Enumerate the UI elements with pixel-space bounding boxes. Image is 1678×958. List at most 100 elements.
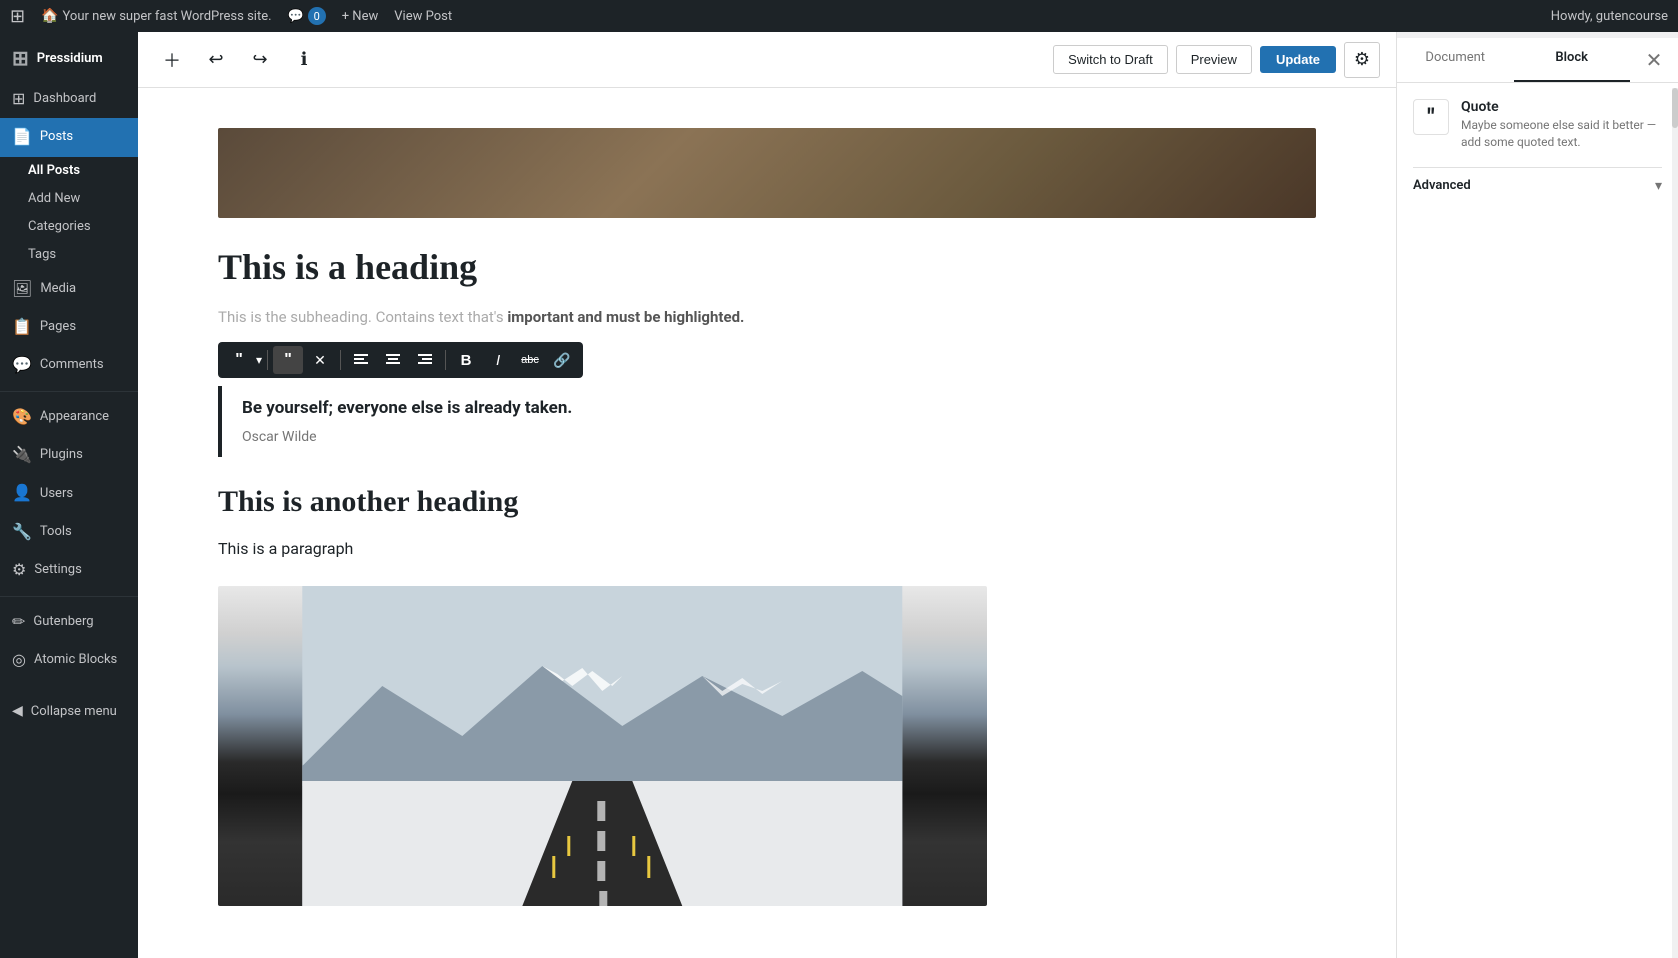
sidebar-subitem-label: Tags [28,246,56,264]
collapse-menu-button[interactable]: ◀ Collapse menu [0,695,138,727]
road-image [218,586,987,906]
adminbar-comments[interactable]: 💬 0 [288,7,326,25]
sidebar-item-tools[interactable]: 🔧 Tools [0,513,138,551]
editor-area: ＋ ↩ ↪ ℹ Switch to Draft Preview Update ⚙… [138,32,1396,958]
editor-content[interactable]: This is a heading This is the subheading… [138,88,1396,958]
strikethrough-button[interactable]: abc [515,346,545,374]
quote-type-icon: " [235,351,243,369]
sidebar-item-label: Plugins [40,446,83,464]
sidebar-item-media[interactable]: 🖼 Media [0,270,138,308]
sidebar-item-comments[interactable]: 💬 Comments [0,346,138,384]
sidebar-item-label: Appearance [40,408,109,426]
appearance-icon: 🎨 [12,406,32,428]
pages-icon: 📋 [12,316,32,338]
quote-text[interactable]: Be yourself; everyone else is already ta… [242,398,1296,418]
sidebar-item-label: Dashboard [33,90,96,108]
post-heading-1[interactable]: This is a heading [218,246,1316,288]
toolbar-right: Switch to Draft Preview Update ⚙ [1053,42,1380,78]
block-info-text: Quote Maybe someone else said it better … [1461,99,1662,151]
redo-button[interactable]: ↪ [242,42,278,78]
posts-submenu: All Posts Add New Categories Tags [0,157,138,270]
switch-to-draft-button[interactable]: Switch to Draft [1053,45,1168,74]
sidebar-item-tags[interactable]: Tags [28,241,138,269]
link-button[interactable]: 🔗 [547,346,577,374]
sidebar-item-posts[interactable]: 📄 Posts [0,118,138,156]
sidebar-item-label: Gutenberg [33,613,93,631]
comments-count: 0 [308,7,326,25]
sidebar-item-all-posts[interactable]: All Posts [28,157,138,185]
sidebar-brand[interactable]: ⊞ Pressidium [0,32,138,80]
subheading-text: This is the subheading. Contains text th… [218,308,504,326]
tab-document[interactable]: Document [1397,38,1514,82]
align-center-button[interactable] [378,346,408,374]
media-icon: 🖼 [12,278,32,300]
block-type-dropdown[interactable]: ▾ [256,353,262,367]
undo-button[interactable]: ↩ [198,42,234,78]
scrollbar-track [1672,88,1678,958]
block-description: Maybe someone else said it better — add … [1461,117,1662,151]
align-right-button[interactable] [410,346,440,374]
wp-logo-icon[interactable]: ⊞ [10,6,25,27]
subheading-highlight: important and must be highlighted. [507,308,744,326]
sidebar-subitem-label: Categories [28,218,91,236]
admin-bar: ⊞ 🏠 Your new super fast WordPress site. … [0,0,1678,32]
plugins-icon: 🔌 [12,444,32,466]
collapse-label: Collapse menu [31,704,117,719]
sidebar-separator-2 [0,596,138,597]
block-type-button[interactable]: " [224,346,254,374]
sidebar-item-label: Tools [40,523,72,541]
sidebar-item-add-new[interactable]: Add New [28,185,138,213]
quote-style-button[interactable]: " [273,346,303,374]
update-button[interactable]: Update [1260,46,1336,73]
sidebar-item-label: Posts [40,128,73,146]
adminbar-howdy: Howdy, gutencourse [1551,9,1668,24]
sidebar-item-categories[interactable]: Categories [28,213,138,241]
home-icon: 🏠 [41,8,58,24]
sidebar-item-label: Atomic Blocks [34,651,117,669]
main-layout: ⊞ Pressidium ⊞ Dashboard 📄 Posts All Pos… [0,32,1678,958]
sidebar-item-dashboard[interactable]: ⊞ Dashboard [0,80,138,118]
quote-cite[interactable]: Oscar Wilde [242,429,317,445]
tab-block[interactable]: Block [1514,38,1631,82]
panel-close-button[interactable]: ✕ [1636,42,1672,78]
adminbar-new[interactable]: + New [342,9,379,24]
scrollbar-thumb[interactable] [1672,88,1678,128]
advanced-label: Advanced [1413,178,1471,193]
panel-content: " Quote Maybe someone else said it bette… [1397,83,1678,958]
sidebar-item-label: Settings [34,561,81,579]
quote-block[interactable]: Be yourself; everyone else is already ta… [218,386,1316,457]
advanced-section-header[interactable]: Advanced ▾ [1413,167,1662,204]
tools-icon: 🔧 [12,521,32,543]
block-info-button[interactable]: ℹ [286,42,322,78]
sidebar-item-settings[interactable]: ⚙ Settings [0,551,138,589]
align-left-button[interactable] [346,346,376,374]
sidebar-item-atomic-blocks[interactable]: ◎ Atomic Blocks [0,641,138,679]
post-paragraph[interactable]: This is a paragraph [218,535,1316,562]
toolbar-divider-1 [267,350,268,370]
adminbar-site-name[interactable]: 🏠 Your new super fast WordPress site. [41,8,271,24]
block-type-icon: " [1413,99,1449,135]
post-heading-2[interactable]: This is another heading [218,485,1316,519]
atomic-blocks-icon: ◎ [12,649,26,671]
collapse-icon: ◀ [12,703,23,719]
dashboard-icon: ⊞ [12,88,25,110]
preview-button[interactable]: Preview [1176,45,1252,74]
italic-button[interactable]: I [483,346,513,374]
panel-tabs: Document Block ✕ [1397,38,1678,83]
sidebar-item-appearance[interactable]: 🎨 Appearance [0,398,138,436]
adminbar-view-post[interactable]: View Post [394,9,452,24]
sidebar-item-pages[interactable]: 📋 Pages [0,308,138,346]
quote-remove-button[interactable]: ✕ [305,346,335,374]
right-panel: Document Block ✕ " Quote Maybe someone e… [1396,32,1678,958]
quote-block-icon: " [1428,105,1435,130]
panel-block-info: " Quote Maybe someone else said it bette… [1413,99,1662,151]
sidebar-separator [0,391,138,392]
comments-bubble-icon: 💬 [288,9,304,24]
sidebar-item-plugins[interactable]: 🔌 Plugins [0,436,138,474]
add-block-button[interactable]: ＋ [154,42,190,78]
sidebar-item-users[interactable]: 👤 Users [0,474,138,512]
settings-button[interactable]: ⚙ [1344,42,1380,78]
brand-name: Pressidium [37,51,103,66]
bold-button[interactable]: B [451,346,481,374]
sidebar-item-gutenberg[interactable]: ✏ Gutenberg [0,603,138,641]
